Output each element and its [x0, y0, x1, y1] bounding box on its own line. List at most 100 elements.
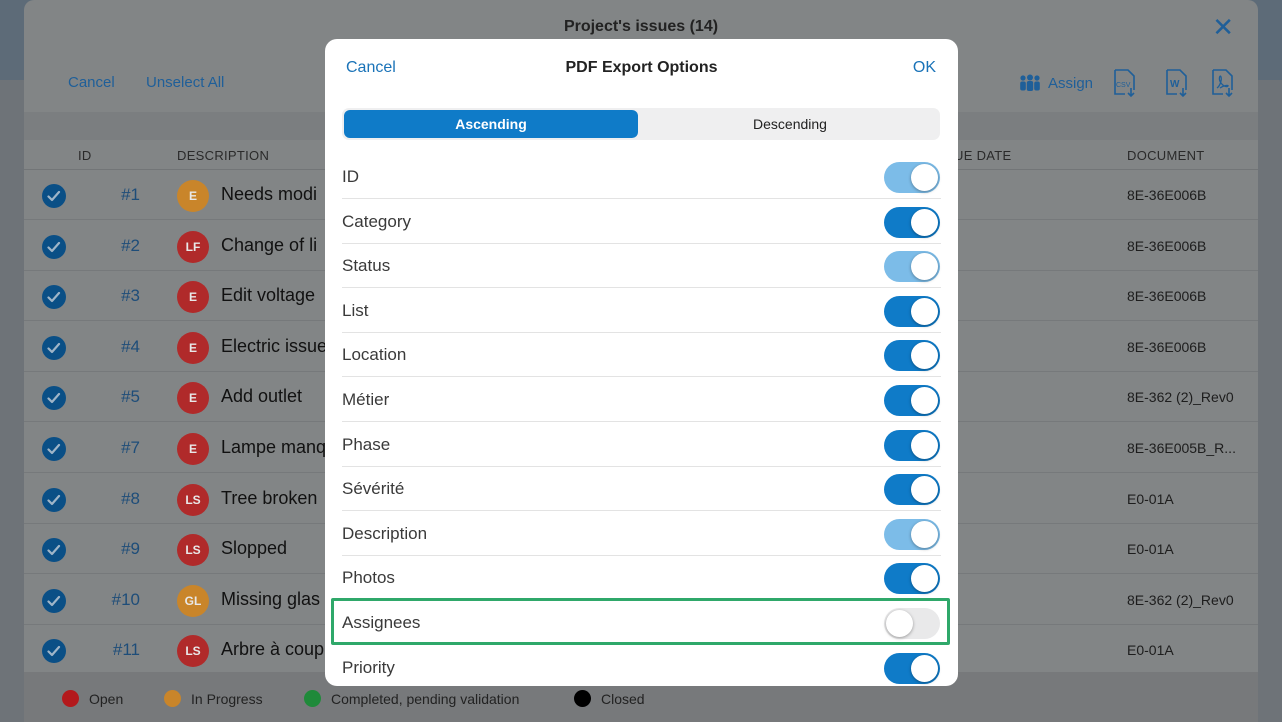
selected-check-icon[interactable]	[42, 487, 66, 512]
legend-dot	[62, 690, 79, 707]
legend-closed: Closed	[574, 690, 645, 707]
legend-label: Closed	[601, 690, 645, 707]
option-label: Category	[342, 211, 411, 231]
assignee-avatar: E	[177, 331, 209, 364]
unselect-all-button[interactable]: Unselect All	[146, 74, 224, 91]
export-option-metier: Métier	[325, 377, 958, 422]
export-option-severite: Sévérité	[325, 466, 958, 512]
selected-check-icon[interactable]	[42, 639, 66, 664]
selected-check-icon[interactable]	[42, 437, 66, 461]
pdf-export-icon[interactable]	[1210, 68, 1236, 98]
option-label: List	[342, 300, 369, 320]
cancel-selection-button[interactable]: Cancel	[68, 74, 115, 91]
option-label: Phase	[342, 434, 391, 454]
csv-export-icon[interactable]: CSV	[1112, 68, 1138, 98]
toggle-knob	[911, 654, 938, 682]
export-option-status: Status	[325, 243, 958, 289]
option-toggle[interactable]	[884, 563, 940, 595]
option-toggle[interactable]	[884, 295, 940, 327]
option-label: Status	[342, 256, 391, 276]
selected-check-icon[interactable]	[42, 285, 66, 310]
issue-id: #1	[121, 185, 140, 204]
ascending-segment[interactable]: Ascending	[344, 110, 638, 138]
issue-description: Arbre à coup	[221, 639, 325, 660]
assignee-avatar: LS	[177, 635, 209, 668]
legend-completed: Completed, pending validation	[304, 690, 519, 707]
issue-description: Tree broken	[221, 487, 318, 508]
assignee-avatar: E	[177, 433, 209, 465]
toggle-knob	[911, 253, 938, 281]
dialog-title: PDF Export Options	[565, 59, 718, 76]
toggle-knob	[911, 297, 938, 325]
option-toggle[interactable]	[884, 251, 940, 283]
legend-open: Open	[62, 690, 123, 707]
issue-id: #9	[121, 539, 140, 559]
selected-check-icon[interactable]	[42, 184, 66, 208]
selected-check-icon[interactable]	[42, 538, 66, 563]
assignee-avatar: GL	[177, 584, 209, 617]
word-export-icon[interactable]: W	[1164, 68, 1190, 98]
svg-text:CSV: CSV	[1116, 82, 1131, 89]
column-header-document[interactable]: DOCUMENT	[1127, 148, 1205, 163]
legend-dot	[304, 690, 321, 707]
option-label: Sévérité	[342, 479, 405, 499]
assignee-avatar: E	[177, 382, 209, 415]
toggle-knob	[911, 164, 938, 191]
issue-document: 8E-36E006B	[1127, 288, 1207, 305]
option-label: Location	[342, 345, 407, 365]
option-toggle[interactable]	[884, 518, 940, 550]
issue-document: 8E-362 (2)_Rev0	[1127, 591, 1234, 608]
option-label: Description	[342, 523, 428, 543]
legend-in-progress: In Progress	[164, 690, 263, 707]
option-toggle[interactable]	[884, 429, 940, 461]
export-option-id: ID	[325, 154, 958, 199]
issue-id: #3	[121, 286, 140, 306]
issue-document: E0-01A	[1127, 490, 1174, 507]
selected-check-icon[interactable]	[42, 335, 66, 360]
toggle-knob	[911, 208, 938, 236]
option-toggle[interactable]	[884, 474, 940, 506]
dialog-ok-button[interactable]: OK	[913, 59, 936, 77]
legend-dot	[164, 690, 181, 707]
selected-check-icon[interactable]	[42, 386, 66, 411]
assignee-avatar: E	[177, 281, 209, 314]
option-toggle[interactable]	[884, 162, 940, 193]
issue-id: #5	[121, 387, 140, 407]
column-header-id[interactable]: ID	[78, 148, 92, 163]
issue-document: E0-01A	[1127, 642, 1174, 659]
column-header-due-date[interactable]: UE DATE	[954, 148, 1011, 163]
option-toggle[interactable]	[884, 385, 940, 416]
assign-button[interactable]: Assign	[1018, 74, 1093, 92]
selected-check-icon[interactable]	[42, 588, 66, 613]
issue-description: Edit voltage	[221, 285, 316, 306]
assignee-avatar: LF	[177, 230, 209, 263]
issue-description: Needs modi	[221, 184, 318, 204]
close-icon[interactable]: ✕	[1212, 14, 1234, 40]
issue-document: 8E-36E006B	[1127, 237, 1207, 254]
legend-label: Completed, pending validation	[331, 690, 520, 707]
descending-segment[interactable]: Descending	[642, 110, 938, 138]
option-label: ID	[342, 167, 359, 186]
dialog-cancel-button[interactable]: Cancel	[346, 59, 396, 77]
toggle-knob	[911, 520, 938, 548]
export-option-category: Category	[325, 199, 958, 244]
option-label: Métier	[342, 390, 390, 409]
issue-document: 8E-36E005B_R...	[1127, 440, 1236, 456]
export-option-list: List	[325, 288, 958, 333]
issue-id: #8	[121, 488, 140, 508]
option-toggle[interactable]	[884, 206, 940, 238]
issue-id: #7	[121, 438, 140, 457]
issue-description: Change of li	[221, 234, 318, 255]
people-icon	[1018, 74, 1042, 92]
issue-description: Slopped	[221, 538, 288, 559]
option-toggle[interactable]	[884, 652, 940, 684]
issue-description: Lampe manq	[221, 437, 327, 457]
issue-document: 8E-36E006B	[1127, 187, 1207, 203]
option-label: Priority	[342, 657, 395, 677]
export-option-description: Description	[325, 511, 958, 556]
selected-check-icon[interactable]	[42, 234, 66, 259]
toggle-knob	[911, 387, 938, 414]
column-header-description[interactable]: DESCRIPTION	[177, 148, 269, 163]
issue-id: #11	[112, 640, 140, 660]
option-toggle[interactable]	[884, 340, 940, 372]
